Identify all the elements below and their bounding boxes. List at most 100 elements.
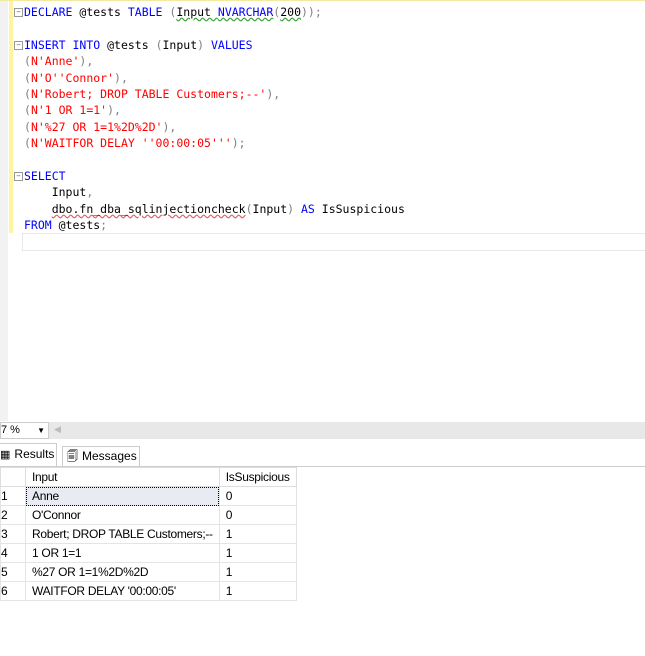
cell-input[interactable]: %27 OR 1=1%2D%2D: [25, 562, 220, 582]
cell-issuspicious[interactable]: 1: [218, 543, 297, 563]
row-number[interactable]: 2: [0, 505, 26, 525]
code-token: ),: [114, 70, 128, 85]
sql-code[interactable]: − DECLARE @tests TABLE (Input NVARCHAR(20…: [14, 4, 405, 233]
collapse-icon[interactable]: −: [14, 8, 23, 17]
code-token: (: [24, 54, 31, 69]
code-token: ): [197, 37, 211, 52]
collapse-icon[interactable]: −: [14, 171, 23, 181]
code-token: N'%27 OR 1=1%2D%2D': [30, 119, 163, 134]
editor-gutter: [0, 1, 8, 421]
results-tabs: ▦ Results 🗐 Messages: [0, 443, 645, 467]
code-line[interactable]: dbo.fn_dba_sqlinjectioncheck(Input) AS I…: [14, 201, 405, 217]
cell-input[interactable]: Robert; DROP TABLE Customers;--: [25, 524, 220, 544]
table-row[interactable]: 41 OR 1=1 1: [0, 543, 297, 563]
table-row[interactable]: 5 %27 OR 1=1%2D%2D 1: [0, 562, 297, 582]
code-line[interactable]: (N'O''Connor'),: [14, 70, 405, 86]
code-token: (: [24, 136, 31, 151]
cell-input[interactable]: O'Connor: [25, 505, 220, 525]
table-row[interactable]: 1 Anne 0: [0, 486, 297, 506]
code-token: ));: [301, 5, 322, 19]
code-token: Input: [252, 201, 288, 216]
row-number[interactable]: 3: [0, 524, 26, 544]
code-token: (: [24, 103, 31, 118]
code-line[interactable]: − SELECT: [14, 168, 405, 184]
code-line[interactable]: (N'Robert; DROP TABLE Customers;--'),: [14, 86, 405, 102]
code-token: N'Anne': [30, 54, 80, 69]
tab-messages[interactable]: 🗐 Messages: [62, 446, 140, 466]
code-token: @tests: [107, 37, 156, 52]
code-line[interactable]: (N'WAITFOR DELAY ''00:00:05''');: [14, 135, 405, 151]
code-token: (: [245, 201, 253, 216]
code-token: (: [24, 86, 31, 101]
scroll-left-icon[interactable]: ◀: [54, 424, 61, 435]
code-line[interactable]: FROM @tests;: [14, 217, 405, 233]
code-line[interactable]: [14, 20, 405, 36]
code-token: dbo.fn_dba_sqlinjectioncheck: [51, 201, 246, 216]
grid-icon: ▦: [0, 449, 11, 461]
code-token: AS: [301, 201, 322, 216]
code-line[interactable]: Input,: [14, 184, 405, 200]
code-token: TABLE: [127, 5, 170, 19]
code-token: N'O''Connor': [30, 70, 115, 85]
code-token: 200: [280, 5, 301, 19]
code-token: ;: [100, 218, 108, 233]
code-token: (: [24, 119, 31, 134]
cell-issuspicious[interactable]: 1: [218, 581, 297, 601]
table-row[interactable]: 2 O'Connor 0: [0, 505, 297, 525]
column-header-issuspicious[interactable]: IsSuspicious: [218, 467, 297, 487]
table-row[interactable]: 3 Robert; DROP TABLE Customers;-- 1: [0, 524, 297, 544]
row-number[interactable]: 6: [0, 581, 26, 601]
row-number[interactable]: 1: [0, 486, 26, 506]
column-header-input[interactable]: Input: [25, 467, 220, 487]
row-header-corner[interactable]: [0, 467, 26, 487]
tab-messages-label: Messages: [82, 449, 137, 463]
code-token: (: [24, 70, 31, 85]
cell-input[interactable]: WAITFOR DELAY '00:00:05': [25, 581, 220, 601]
tab-results-label: Results: [14, 447, 55, 461]
code-token: @tests: [58, 218, 101, 233]
zoom-bar: 7 % ▼ ◀: [0, 422, 645, 439]
collapse-icon[interactable]: −: [14, 40, 23, 50]
code-line[interactable]: (N'Anne'),: [14, 53, 405, 69]
code-line[interactable]: (N'%27 OR 1=1%2D%2D'),: [14, 119, 405, 135]
code-line[interactable]: (N'1 OR 1=1'),: [14, 102, 405, 118]
query-editor[interactable]: − DECLARE @tests TABLE (Input NVARCHAR(20…: [0, 0, 645, 421]
cell-issuspicious[interactable]: 0: [218, 505, 297, 525]
code-token: Input: [24, 185, 87, 200]
code-token: Input: [176, 5, 218, 19]
cell-input[interactable]: Anne: [25, 486, 220, 506]
code-token: FROM: [24, 218, 59, 233]
code-token: );: [231, 136, 246, 151]
code-token: Input: [162, 37, 198, 52]
current-line-highlight: [22, 233, 645, 251]
cell-input[interactable]: 1 OR 1=1: [25, 543, 220, 563]
code-token: ),: [107, 103, 121, 118]
code-token: IsSuspicious: [321, 201, 405, 216]
code-line[interactable]: − INSERT INTO @tests (Input) VALUES: [14, 37, 405, 53]
code-token: ),: [266, 86, 281, 101]
cell-issuspicious[interactable]: 1: [218, 562, 297, 582]
cell-issuspicious[interactable]: 0: [218, 486, 297, 506]
code-token: (: [155, 37, 163, 52]
table-row[interactable]: 6 WAITFOR DELAY '00:00:05' 1: [0, 581, 297, 601]
code-token: N'1 OR 1=1': [30, 103, 108, 118]
zoom-value: 7 %: [1, 424, 20, 436]
row-number[interactable]: 5: [0, 562, 26, 582]
tab-results[interactable]: ▦ Results: [0, 443, 57, 466]
code-token: N'Robert; DROP TABLE Customers;--': [30, 86, 267, 101]
row-number[interactable]: 4: [0, 543, 26, 563]
code-line[interactable]: − DECLARE @tests TABLE (Input NVARCHAR(20…: [14, 4, 405, 20]
grid-header-row: Input IsSuspicious: [0, 467, 297, 487]
code-token: NVARCHAR: [217, 5, 274, 19]
results-grid: Input IsSuspicious 1 Anne 0 2 O'Connor 0 3 Robe…: [0, 467, 297, 601]
code-token: SELECT: [24, 168, 66, 183]
code-token: ): [287, 201, 301, 216]
zoom-dropdown[interactable]: 7 % ▼: [0, 422, 49, 439]
code-token: ),: [162, 119, 177, 134]
code-line[interactable]: [14, 152, 405, 168]
code-token: @tests: [79, 5, 128, 19]
cell-issuspicious[interactable]: 1: [218, 524, 297, 544]
code-token: DECLARE: [24, 5, 80, 19]
code-token: INSERT INTO: [24, 37, 108, 52]
